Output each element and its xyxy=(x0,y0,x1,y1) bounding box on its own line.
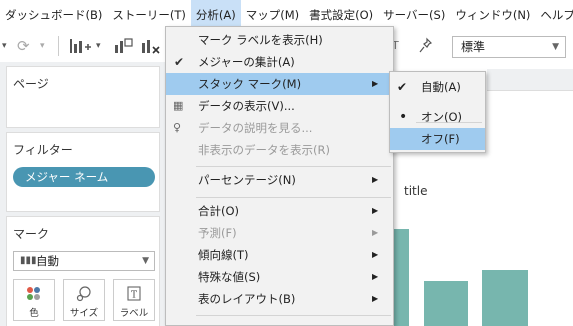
menu-item-label: メジャーの集計(A) xyxy=(198,55,295,69)
submenu-arrow-icon: ▶ xyxy=(372,272,379,281)
undo-dropdown-icon[interactable]: ▾ xyxy=(2,36,12,56)
menu-separator xyxy=(196,197,391,198)
menu-item-label: 表のレイアウト(B) xyxy=(198,292,296,306)
menu-item-view-data[interactable]: ▦ データの表示(V)... xyxy=(166,95,393,117)
menu-dashboard[interactable]: ダッシュボード(B) xyxy=(0,0,107,30)
chevron-down-icon: ▼ xyxy=(142,256,149,266)
submenu-item-label: オフ(F) xyxy=(421,132,460,146)
submenu-arrow-icon: ▶ xyxy=(372,79,379,88)
mark-type-value: 自動 xyxy=(36,254,59,268)
clear-sheet-icon[interactable] xyxy=(140,36,164,56)
fit-select-value: 標準 xyxy=(461,40,486,54)
checkmark-icon: ✔ xyxy=(397,80,408,94)
menu-item-label: マーク ラベルを表示(H) xyxy=(198,33,323,47)
color-card[interactable]: 色 xyxy=(13,279,55,321)
menu-item-totals[interactable]: 合計(O) ▶ xyxy=(166,200,393,222)
bar-chart-icon: ▮▮▮ xyxy=(20,255,37,266)
menu-item-percentages[interactable]: パーセンテージ(N) ▶ xyxy=(166,169,393,191)
menu-item-explain-data[interactable]: ♀ データの説明を見る... xyxy=(166,117,393,139)
pages-panel: ページ xyxy=(6,66,160,128)
label-icon: T xyxy=(114,285,154,303)
menu-item-trend-lines[interactable]: 傾向線(T) ▶ xyxy=(166,244,393,266)
analysis-menu: マーク ラベルを表示(H) ✔ メジャーの集計(A) スタック マーク(M) ▶… xyxy=(165,26,394,326)
redo-icon[interactable]: ⟳ xyxy=(17,36,39,56)
menu-item-label: 非表示のデータを表示(R) xyxy=(198,143,330,157)
label-card-label: ラベル xyxy=(119,308,149,319)
submenu-item-on[interactable]: • オン(O) xyxy=(390,106,485,128)
submenu-item-off[interactable]: オフ(F) xyxy=(390,128,485,150)
marks-title: マーク xyxy=(13,227,50,241)
menu-item-show-mark-labels[interactable]: マーク ラベルを表示(H) xyxy=(166,29,393,51)
toolbar-separator xyxy=(58,36,59,56)
duplicate-sheet-icon[interactable] xyxy=(112,36,136,56)
menu-item-stack-marks[interactable]: スタック マーク(M) ▶ xyxy=(166,73,393,95)
pin-icon[interactable] xyxy=(418,36,436,56)
menu-item-label: スタック マーク(M) xyxy=(198,77,302,91)
menu-window[interactable]: ウィンドウ(N) xyxy=(450,0,535,30)
text-tool-icon[interactable]: T xyxy=(392,36,408,56)
chevron-down-icon: ▼ xyxy=(552,42,559,52)
menu-help[interactable]: ヘルプ(H) xyxy=(535,0,573,30)
radio-dot-icon: • xyxy=(399,109,408,125)
submenu-arrow-icon: ▶ xyxy=(372,175,379,184)
size-card-label: サイズ xyxy=(69,308,99,319)
menu-item-special-values[interactable]: 特殊な値(S) ▶ xyxy=(166,266,393,288)
submenu-item-label: 自動(A) xyxy=(421,80,461,94)
size-icon xyxy=(64,285,104,303)
menu-item-label: データの表示(V)... xyxy=(198,99,295,113)
pages-title: ページ xyxy=(13,77,49,91)
stack-marks-submenu: ✔ 自動(A) • オン(O) オフ(F) xyxy=(389,71,486,153)
size-card[interactable]: サイズ xyxy=(63,279,105,321)
label-card[interactable]: T ラベル xyxy=(113,279,155,321)
left-pane: ページ フィルター メジャー ネーム マーク ▮▮▮ 自動 ▼ 色 サイズ T … xyxy=(0,62,165,326)
svg-text:T: T xyxy=(131,291,137,301)
bar-mark[interactable] xyxy=(424,281,468,326)
menu-item-table-layout[interactable]: 表のレイアウト(B) ▶ xyxy=(166,288,393,310)
new-worksheet-dropdown-icon[interactable]: ▾ xyxy=(96,36,106,56)
filters-panel: フィルター メジャー ネーム xyxy=(6,132,160,212)
menu-item-aggregate-measures[interactable]: ✔ メジャーの集計(A) xyxy=(166,51,393,73)
menu-separator xyxy=(196,166,391,167)
redo-dropdown-icon[interactable]: ▾ xyxy=(40,36,50,56)
menu-item-reveal-hidden-data[interactable]: 非表示のデータを表示(R) xyxy=(166,139,393,161)
menu-item-label: パーセンテージ(N) xyxy=(198,173,296,187)
submenu-item-auto[interactable]: ✔ 自動(A) xyxy=(390,76,485,98)
submenu-arrow-icon: ▶ xyxy=(372,250,379,259)
menu-item-label: データの説明を見る... xyxy=(198,121,313,135)
fit-select[interactable]: 標準 ▼ xyxy=(452,36,566,58)
submenu-item-label: オン(O) xyxy=(421,110,463,124)
menu-item-label: 傾向線(T) xyxy=(198,248,249,262)
chart-title: title xyxy=(404,184,428,198)
mark-type-select[interactable]: ▮▮▮ 自動 ▼ xyxy=(13,251,155,271)
submenu-arrow-icon: ▶ xyxy=(372,228,379,237)
submenu-arrow-icon: ▶ xyxy=(372,206,379,215)
marks-panel: マーク ▮▮▮ 自動 ▼ 色 サイズ T ラベル xyxy=(6,216,160,326)
submenu-arrow-icon: ▶ xyxy=(372,294,379,303)
data-grid-icon: ▦ xyxy=(173,99,184,112)
columns-shelf[interactable] xyxy=(487,69,573,91)
menu-item-label: 合計(O) xyxy=(198,204,240,218)
color-card-label: 色 xyxy=(29,308,39,319)
lightbulb-icon: ♀ xyxy=(173,121,182,134)
filters-title: フィルター xyxy=(13,143,73,157)
menu-separator xyxy=(196,315,391,316)
menu-item-label: 特殊な値(S) xyxy=(198,270,261,284)
new-worksheet-icon[interactable] xyxy=(68,36,94,56)
menu-item-forecast[interactable]: 予測(F) ▶ xyxy=(166,222,393,244)
bar-mark[interactable] xyxy=(482,270,528,326)
filter-pill-measure-names[interactable]: メジャー ネーム xyxy=(13,167,155,187)
checkmark-icon: ✔ xyxy=(174,55,185,69)
color-icon xyxy=(14,285,54,303)
menu-item-label: 予測(F) xyxy=(198,226,237,240)
